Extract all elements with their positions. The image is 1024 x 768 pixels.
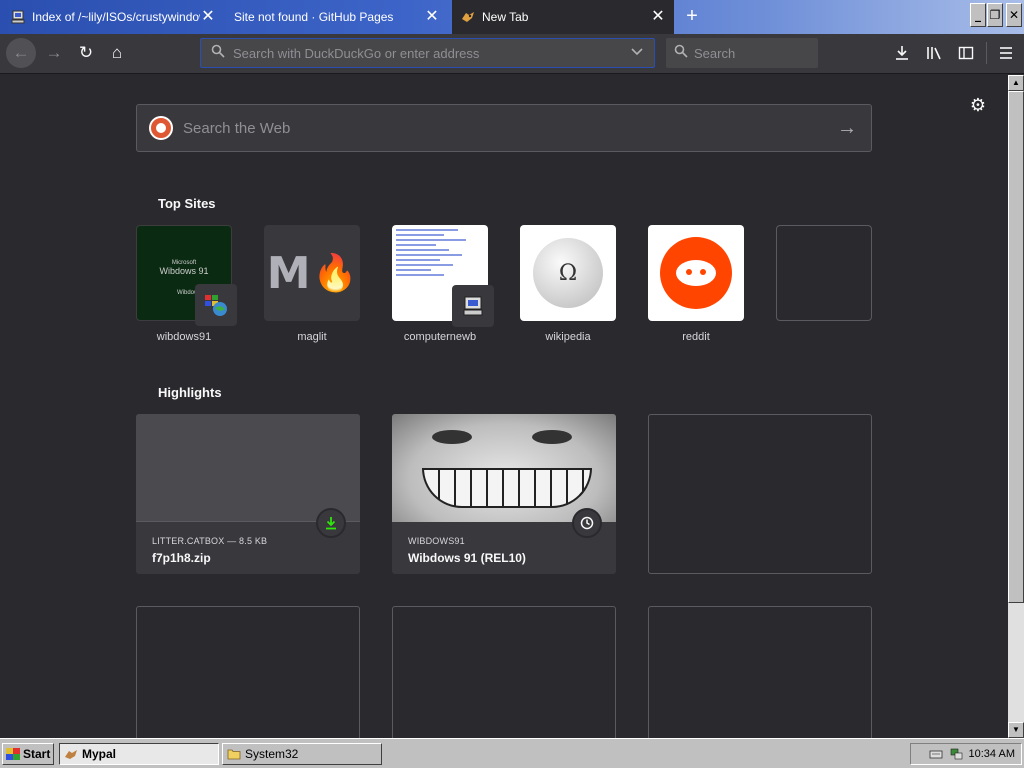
gear-icon[interactable]: ⚙ <box>968 95 988 115</box>
site-label: maglit <box>297 331 327 343</box>
url-input[interactable] <box>233 45 630 61</box>
clock-icon <box>572 508 602 538</box>
close-icon[interactable]: ✕ <box>650 9 666 25</box>
top-site-reddit[interactable]: reddit <box>648 225 744 343</box>
top-site-maglit[interactable]: M 🔥 maglit <box>264 225 360 343</box>
home-button[interactable]: ⌂ <box>103 39 131 67</box>
maglit-letter: M <box>266 247 311 299</box>
fox-icon <box>460 9 476 25</box>
globe-glyph: Ω <box>558 260 578 286</box>
url-bar[interactable] <box>200 38 655 68</box>
web-search-input[interactable] <box>183 119 835 137</box>
top-site-empty[interactable] <box>776 225 872 321</box>
site-thumbnail: Microsoft Wibdows 91 Wibdows <box>136 225 237 326</box>
site-thumbnail <box>648 225 744 321</box>
window-close-button[interactable]: ✕ <box>1006 3 1022 27</box>
tab-site-not-found[interactable]: Site not found · GitHub Pages ✕ <box>226 2 448 32</box>
tab-label: Site not found · GitHub Pages <box>234 10 394 24</box>
new-tab-button[interactable]: + <box>680 4 704 28</box>
hamburger-menu-icon[interactable] <box>992 39 1020 67</box>
toolbar-separator <box>986 42 987 64</box>
top-site-computernewb[interactable]: computernewb <box>392 225 494 343</box>
task-label: Mypal <box>82 747 117 761</box>
nav-toolbar: ← → ↻ ⌂ <box>0 34 1024 74</box>
top-sites-heading: Top Sites <box>158 196 216 211</box>
top-site-wibdows91[interactable]: Microsoft Wibdows 91 Wibdows wibdows91 <box>136 225 237 343</box>
back-button[interactable]: ← <box>6 38 36 68</box>
site-thumbnail: Ω <box>520 225 616 321</box>
system-tray: 10:34 AM <box>910 743 1022 765</box>
highlight-placeholder <box>392 606 616 738</box>
computer-icon <box>10 9 26 25</box>
site-label: computernewb <box>403 331 477 343</box>
taskbar: Start Mypal System32 10:34 AM <box>0 738 1024 768</box>
scrollbar-thumb[interactable] <box>1008 91 1024 603</box>
taskbar-item-mypal[interactable]: Mypal <box>59 743 219 765</box>
restore-button[interactable]: ❐ <box>987 3 1003 27</box>
tab-label: Index of /~lily/ISOs/crustywindows/ <box>32 10 200 24</box>
scroll-down-icon[interactable]: ▼ <box>1008 722 1024 738</box>
tab-new-tab[interactable]: New Tab ✕ <box>452 0 674 34</box>
site-label: wikipedia <box>545 331 591 343</box>
tile-title: Wibdows 91 <box>159 266 209 276</box>
highlight-placeholder <box>136 606 360 738</box>
close-icon[interactable]: ✕ <box>424 9 440 25</box>
sidebar-icon[interactable] <box>952 39 980 67</box>
start-label: Start <box>23 747 51 761</box>
site-thumbnail <box>392 225 494 327</box>
highlight-placeholder <box>648 606 872 738</box>
library-icon[interactable] <box>920 39 948 67</box>
scroll-up-icon[interactable]: ▲ <box>1008 75 1024 91</box>
highlight-card-history[interactable]: WIBDOWS91 Wibdows 91 (REL10) <box>392 414 616 574</box>
site-label: reddit <box>682 331 710 343</box>
highlight-card-download[interactable]: LITTER.CATBOX — 8.5 KB f7p1h8.zip <box>136 414 360 574</box>
folder-icon <box>227 749 241 760</box>
windows-logo-icon <box>6 748 20 760</box>
highlight-title: Wibdows 91 (REL10) <box>408 551 526 565</box>
task-label: System32 <box>245 747 299 761</box>
highlight-placeholder <box>648 414 872 574</box>
site-label: wibdows91 <box>156 331 212 343</box>
tab-label: New Tab <box>482 10 529 24</box>
flame-icon: 🔥 <box>312 253 358 294</box>
site-thumbnail: M 🔥 <box>264 225 360 321</box>
download-icon <box>316 508 346 538</box>
keyboard-icon[interactable] <box>929 748 943 760</box>
search-icon <box>211 44 225 63</box>
wibdows-logo-icon <box>195 284 237 326</box>
vertical-scrollbar[interactable]: ▲ ▼ <box>1008 75 1024 738</box>
minimize-button[interactable]: _ <box>970 3 986 27</box>
forward-button[interactable]: → <box>40 39 68 67</box>
highlight-thumbnail <box>392 414 616 522</box>
network-icon[interactable] <box>949 748 963 760</box>
download-icon[interactable] <box>888 39 916 67</box>
web-search-box[interactable]: → <box>136 104 872 152</box>
highlight-title: f7p1h8.zip <box>152 551 211 565</box>
search-icon <box>674 44 688 63</box>
fox-icon <box>65 750 77 759</box>
close-icon[interactable]: ✕ <box>200 9 216 25</box>
reload-button[interactable]: ↻ <box>72 39 100 67</box>
search-input[interactable] <box>694 45 810 61</box>
wikipedia-globe-icon: Ω <box>533 238 603 308</box>
empty-site-slot <box>776 225 872 321</box>
search-bar[interactable] <box>666 38 818 68</box>
highlight-host: WIBDOWS91 <box>408 536 465 546</box>
highlight-host: LITTER.CATBOX — 8.5 KB <box>152 536 268 546</box>
duckduckgo-icon <box>149 116 173 140</box>
start-button[interactable]: Start <box>2 743 54 765</box>
computer-icon <box>452 285 494 327</box>
arrow-right-icon[interactable]: → <box>835 117 859 140</box>
top-site-wikipedia[interactable]: Ω wikipedia <box>520 225 616 343</box>
chevron-down-icon[interactable] <box>630 44 644 62</box>
tab-strip: Index of /~lily/ISOs/crustywindows/ ✕ Si… <box>0 0 1024 34</box>
tab-index-of-isos[interactable]: Index of /~lily/ISOs/crustywindows/ ✕ <box>2 2 224 32</box>
new-tab-page: ⚙ → Top Sites Microsoft Wibdows 91 Wibdo… <box>0 75 1008 738</box>
window-controls: _ ❐ ✕ <box>970 3 1022 27</box>
taskbar-item-system32[interactable]: System32 <box>222 743 382 765</box>
reddit-logo-icon <box>660 237 732 309</box>
highlight-thumbnail <box>136 414 360 522</box>
clock[interactable]: 10:34 AM <box>969 748 1015 760</box>
highlights-heading: Highlights <box>158 385 222 400</box>
